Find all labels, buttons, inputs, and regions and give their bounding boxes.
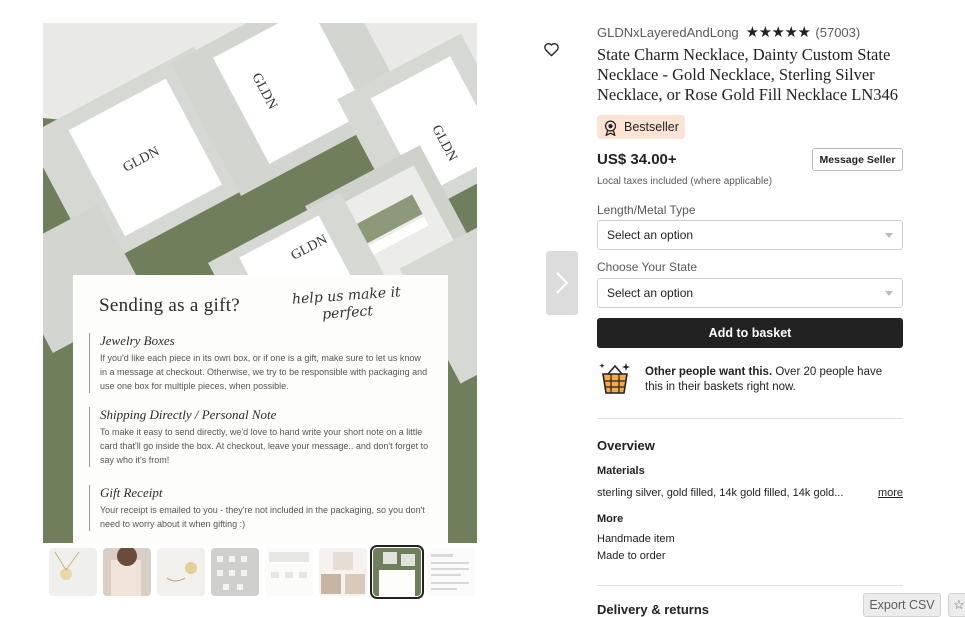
overview-heading[interactable]: Overview [597,438,655,453]
chevron-right-icon [556,272,569,294]
gift-section-jewelry-boxes: Jewelry Boxes If you'd like each piece i… [89,333,429,393]
shop-info: GLDNxLayeredAndLong ★★★★★ (57003) [597,23,860,41]
export-csv-button[interactable]: Export CSV [863,593,941,617]
product-main-image[interactable]: GLDN GLDN GLDN GLDN Sending as a gift? h… [43,23,477,543]
select-placeholder: Select an option [607,286,694,300]
gift-section-heading: Jewelry Boxes [100,333,175,348]
state-select[interactable]: Select an option [597,278,903,308]
product-price: US$ 34.00+ [597,151,677,168]
product-title: State Charm Necklace, Dainty Custom Stat… [597,45,899,104]
gift-card-script: help us make it perfect [291,284,402,323]
gift-section-body: Your receipt is emailed to you - they're… [100,505,425,529]
thumbnail[interactable] [319,548,367,596]
favorite-button[interactable] [540,38,562,60]
divider [597,418,903,419]
gift-section-heading: Gift Receipt [100,485,163,500]
detail-item: Handmade item [597,533,675,545]
basket-icon [599,363,630,394]
delivery-returns-heading[interactable]: Delivery & returns [597,602,709,617]
carousel-next-button[interactable] [546,251,578,315]
thumbnail-selected[interactable] [370,545,424,599]
tax-note: Local taxes included (where applicable) [597,176,773,187]
bestseller-badge: Bestseller [597,115,685,139]
demand-text: Other people want this. Over 20 people h… [645,365,901,395]
caret-down-icon [885,291,893,296]
gift-section-heading: Shipping Directly / Personal Note [100,407,277,422]
more-heading: More [597,513,624,525]
thumbnail[interactable] [211,548,259,596]
select-placeholder: Select an option [607,228,694,242]
state-label: Choose Your State [597,260,698,274]
gift-info-card: Sending as a gift? help us make it perfe… [73,275,448,543]
demand-notice: Other people want this. Over 20 people h… [597,360,903,400]
materials-heading: Materials [597,465,645,477]
gift-section-body: To make it easy to send directly, we'd l… [100,427,429,465]
rating-stars[interactable]: ★★★★★ [746,23,811,41]
heart-icon [543,42,559,56]
shop-name-link[interactable]: GLDNxLayeredAndLong [597,25,739,40]
add-to-basket-button[interactable]: Add to basket [597,318,903,348]
badge-label: Bestseller [624,120,679,134]
award-icon [604,119,617,136]
thumbnail-strip [49,545,475,599]
divider [597,585,903,586]
gift-section-shipping: Shipping Directly / Personal Note To mak… [89,407,429,467]
gift-section-receipt: Gift Receipt Your receipt is emailed to … [89,485,429,531]
star-icon: ☆ [953,597,965,612]
thumbnail[interactable] [265,548,313,596]
star-button[interactable]: ☆ [948,593,965,617]
thumbnail[interactable] [157,548,205,596]
length-metal-select[interactable]: Select an option [597,220,903,250]
materials-more-link[interactable]: more [871,487,903,499]
thumbnail[interactable] [103,548,151,596]
thumbnail[interactable] [427,548,475,596]
materials-value: sterling silver, gold filled, 14k gold f… [597,487,844,499]
gift-section-body: If you'd like each piece in its own box,… [100,353,428,391]
review-count[interactable]: (57003) [815,25,860,40]
message-seller-button[interactable]: Message Seller [812,148,903,171]
gift-card-title: Sending as a gift? [99,295,241,316]
detail-item: Made to order [597,550,666,562]
caret-down-icon [885,233,893,238]
thumbnail[interactable] [49,548,97,596]
demand-bold: Other people want this. [645,366,773,378]
length-metal-label: Length/Metal Type [597,203,696,217]
